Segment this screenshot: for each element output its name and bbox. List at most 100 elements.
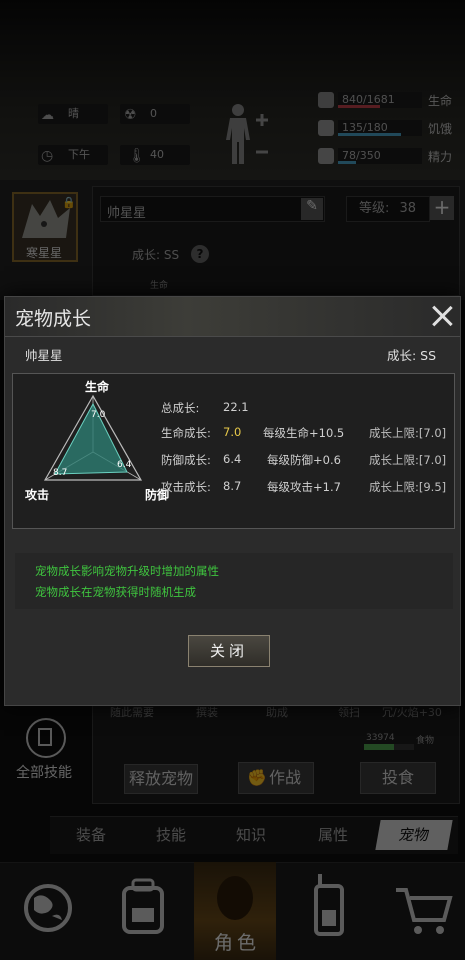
level-plus-button[interactable]: + [430, 196, 454, 220]
description-box: 宠物成长影响宠物升级时增加的属性 宠物成长在宠物获得时随机生成 [15, 553, 453, 609]
dialog-header: 宠物成长 [5, 297, 460, 337]
help-question-icon[interactable]: ? [191, 245, 209, 263]
hunger-bar: 135/180 [338, 120, 422, 136]
nav-radio-button[interactable] [290, 862, 370, 960]
life-growth-label: 生命成长: [161, 426, 211, 440]
backpack-icon [122, 878, 164, 934]
growth-label-bg: 成长: SS [132, 248, 180, 262]
globe-icon [24, 884, 72, 932]
partial-cell: 撰装 [196, 706, 218, 719]
battle-button[interactable]: ✊ 作战 [238, 762, 314, 794]
total-growth-value: 22.1 [223, 400, 249, 414]
close-button[interactable]: 关闭 [188, 635, 270, 667]
close-icon[interactable] [429, 303, 455, 329]
level-field: 等级: 38 [346, 196, 430, 222]
partial-cell: 领扫 [338, 706, 360, 719]
health-bar-row: 840/1681 生命 [318, 90, 458, 110]
food-count: 33974 [366, 733, 395, 743]
thermometer-icon: 🌡 [128, 148, 146, 164]
pet-avatar[interactable]: 🔒 寒星星 [12, 192, 78, 262]
level-value: 38 [399, 201, 417, 216]
life-growth-value: 7.0 [223, 425, 242, 439]
defense-growth-value: 6.4 [223, 452, 242, 466]
energy-fill [338, 161, 357, 164]
nav-character-button[interactable]: 角色 [194, 862, 276, 960]
energy-bar-row: 78/350 精力 [318, 146, 458, 166]
radar-value-life: 7.0 [91, 410, 106, 420]
radar-value-defense: 6.4 [117, 460, 132, 470]
shopping-cart-icon [396, 888, 453, 934]
dialog-title: 宠物成长 [15, 308, 92, 330]
feed-button[interactable]: 投食 [360, 762, 436, 794]
weather-text: 晴 [68, 107, 79, 120]
tab-pets[interactable]: 宠物 [375, 820, 453, 850]
pet-name: 帅星星 [25, 348, 63, 363]
food-bar [364, 744, 414, 750]
body-status-icon[interactable] [222, 102, 274, 168]
heart-icon [318, 92, 334, 108]
temperature-chip: 🌡 40 [120, 145, 190, 165]
all-skills-button[interactable]: 全部技能 [16, 718, 86, 784]
attack-growth-label: 攻击成长: [161, 480, 211, 494]
radar-value-attack: 8.7 [53, 468, 68, 478]
defense-growth-cap: 成长上限:[7.0] [369, 453, 447, 467]
nav-character-label: 角色 [214, 932, 261, 954]
life-per-level: 每级生命+10.5 [263, 426, 345, 440]
book-shape [38, 728, 52, 746]
description-line-2: 宠物成长在宠物获得时随机生成 [35, 585, 196, 599]
nav-shop-button[interactable] [384, 862, 464, 960]
food-label: 食物 [416, 736, 435, 746]
life-growth-cap: 成长上限:[7.0] [369, 426, 447, 440]
clock-icon: ◷ [41, 148, 54, 164]
time-chip: ◷ 下午 [38, 145, 108, 165]
weather-chip: ☁ 晴 [38, 104, 108, 124]
partial-cell: 助成 [266, 706, 288, 719]
all-skills-label: 全部技能 [16, 765, 72, 781]
energy-bar: 78/350 [338, 148, 422, 164]
tab-knowledge[interactable]: 知识 [220, 820, 282, 850]
fist-icon: ✊ [247, 768, 267, 787]
stomach-icon [318, 120, 334, 136]
attack-growth-value: 8.7 [223, 479, 242, 493]
tab-equipment[interactable]: 装备 [60, 820, 122, 850]
total-growth-label: 总成长: [161, 401, 200, 415]
health-bar: 840/1681 [338, 92, 422, 108]
hunger-label: 饥饿 [428, 122, 453, 136]
growth-grade: 成长: SS [387, 348, 437, 363]
tab-attributes[interactable]: 属性 [302, 820, 364, 850]
radar-label-attack: 攻击 [25, 488, 50, 502]
growth-info-box: 生命 攻击 防御 7.0 8.7 6.4 总成长: 22.1 生命成长: 7.0… [12, 373, 455, 529]
tab-skills[interactable]: 技能 [140, 820, 202, 850]
description-line-1: 宠物成长影响宠物升级时增加的属性 [35, 564, 219, 578]
health-label: 生命 [428, 94, 453, 108]
time-text: 下午 [68, 148, 90, 161]
partial-cell: 冗/火焰+30 [382, 706, 442, 719]
pet-name-field[interactable]: 帅星星 ✎ [100, 196, 325, 222]
under-text: 生命 [150, 281, 169, 291]
temperature-text: 40 [150, 148, 164, 161]
attack-per-level: 每级攻击+1.7 [267, 480, 341, 494]
pet-name-text: 帅星星 [107, 206, 147, 221]
radiation-icon: ☢ [124, 107, 137, 123]
partial-row: 随此需要 撰装 助成 领扫 冗/火焰+30 [110, 704, 450, 719]
release-pet-button[interactable]: 释放宠物 [124, 764, 198, 794]
level-label: 等级: [359, 201, 390, 216]
pet-growth-dialog: 宠物成长 帅星星 成长: SS 生命 攻击 防御 7.0 8.7 6.4 总成长… [4, 296, 461, 706]
food-fill [364, 744, 394, 750]
radar-label-life: 生命 [85, 380, 110, 394]
radiation-chip: ☢ 0 [120, 104, 190, 124]
magnifier-book-icon [26, 718, 66, 758]
edit-pencil-icon[interactable]: ✎ [301, 198, 323, 220]
hunger-bar-row: 135/180 饥饿 [318, 118, 458, 138]
hunger-fill [338, 133, 401, 136]
health-fill [338, 105, 380, 108]
nav-backpack-button[interactable] [104, 862, 184, 960]
radiation-text: 0 [150, 107, 157, 120]
brain-icon [318, 148, 334, 164]
partial-cell: 随此需要 [110, 706, 154, 719]
walkie-talkie-icon [314, 874, 344, 936]
character-head-icon [217, 876, 253, 920]
attack-growth-cap: 成长上限:[9.5] [369, 480, 447, 494]
nav-map-button[interactable] [8, 862, 88, 960]
battle-label: 作战 [268, 768, 301, 787]
